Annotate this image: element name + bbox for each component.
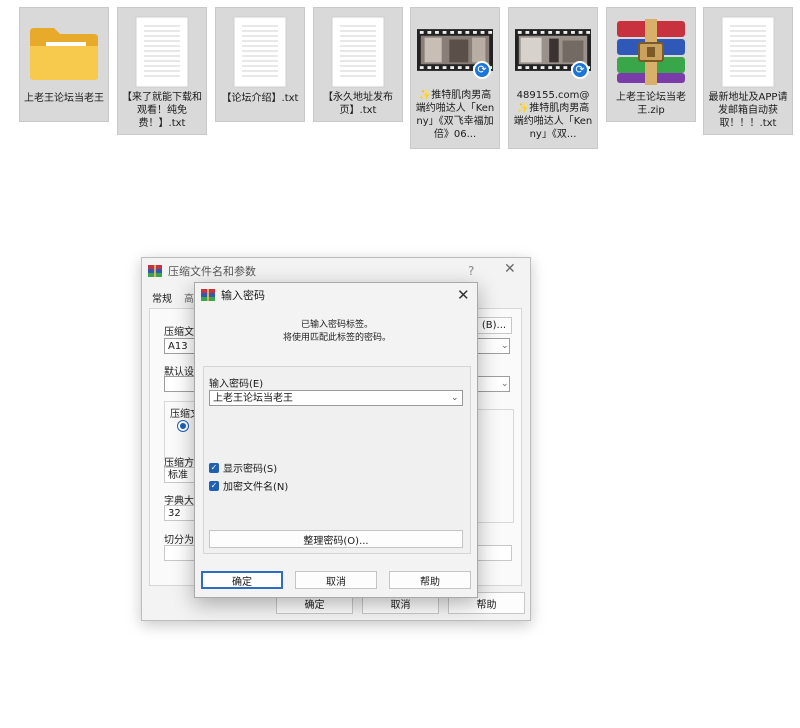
- dialog-titlebar: 输入密码: [195, 283, 477, 307]
- chevron-down-icon[interactable]: ⌄: [451, 393, 459, 403]
- chevron-down-icon[interactable]: ⌄: [501, 341, 509, 351]
- winrar-icon: [201, 289, 215, 301]
- sync-badge-icon: ⟳: [473, 60, 491, 79]
- help-button[interactable]: 帮助: [389, 571, 471, 589]
- winrar-icon: [148, 265, 162, 277]
- cancel-button[interactable]: 取消: [295, 571, 377, 589]
- checkbox-label: 加密文件名(N): [223, 482, 289, 493]
- file-tile-txt[interactable]: 【永久地址发布页】.txt: [313, 7, 403, 122]
- file-tile-txt[interactable]: 最新地址及APP请发邮箱自动获取！！！.txt: [703, 7, 793, 135]
- close-icon[interactable]: ✕: [457, 286, 470, 304]
- text-file-icon: [320, 14, 396, 89]
- file-tile-video[interactable]: ⟳ ✨推特肌肉男高端约啪达人「Kenny」《双飞幸福加倍》06...: [410, 7, 500, 149]
- file-name: 上老王论坛当老王.zip: [616, 92, 686, 116]
- password-dialog: 输入密码 ✕ 已输入密码标签。 将使用匹配此标签的密码。 输入密码(E) 上老王…: [194, 282, 478, 598]
- file-name: 489155.com@✨推特肌肉男高端约啪达人「Kenny」《双...: [513, 89, 593, 140]
- checkbox-label: 显示密码(S): [223, 464, 278, 475]
- info-text: 已输入密码标签。 将使用匹配此标签的密码。: [195, 319, 479, 345]
- file-name: 【来了就能下载和观看！纯免费！】.txt: [122, 92, 202, 129]
- split-unit-select[interactable]: [476, 545, 512, 561]
- sync-badge-icon: ⟳: [571, 60, 589, 79]
- file-grid: 上老王论坛当老王 【来了就能下载和观看！纯免费！】.txt 【论坛介绍】.txt: [0, 0, 800, 160]
- winrar-archive-icon: [613, 14, 689, 89]
- text-file-icon: [222, 14, 298, 90]
- info-line: 已输入密码标签。: [300, 320, 373, 330]
- file-tile-video[interactable]: ⟳ 489155.com@✨推特肌肉男高端约啪达人「Kenny」《双...: [508, 7, 598, 149]
- file-name: 上老王论坛当老王: [24, 93, 104, 104]
- ok-button[interactable]: 确定: [201, 571, 283, 589]
- checkbox-checked-icon: ✓: [209, 462, 219, 473]
- file-name: ✨推特肌肉男高端约啪达人「Kenny」《双飞幸福加倍》06...: [415, 89, 495, 140]
- password-input[interactable]: 上老王论坛当老王: [209, 390, 463, 406]
- show-password-checkbox[interactable]: ✓ 显示密码(S): [209, 460, 277, 475]
- split-volumes-label: 切分为: [164, 535, 194, 546]
- browse-button[interactable]: (B)...: [476, 317, 512, 334]
- file-tile-folder[interactable]: 上老王论坛当老王: [19, 7, 109, 122]
- dialog-title: 输入密码: [221, 289, 265, 302]
- chevron-down-icon[interactable]: ⌄: [501, 379, 509, 389]
- file-name: 【论坛介绍】.txt: [221, 93, 299, 104]
- archive-name-label: 压缩文: [164, 327, 194, 338]
- organize-passwords-button[interactable]: 整理密码(O)...: [209, 530, 463, 548]
- close-icon[interactable]: ✕: [504, 261, 516, 277]
- video-thumbnail: ⟳: [515, 14, 591, 87]
- help-icon[interactable]: ?: [468, 264, 474, 278]
- radio-selected-icon[interactable]: [178, 421, 188, 431]
- checkbox-checked-icon: ✓: [209, 480, 219, 491]
- file-tile-zip[interactable]: 上老王论坛当老王.zip: [606, 7, 696, 122]
- file-tile-txt[interactable]: 【论坛介绍】.txt: [215, 7, 305, 122]
- text-file-icon: [710, 14, 786, 89]
- file-tile-txt[interactable]: 【来了就能下载和观看！纯免费！】.txt: [117, 7, 207, 135]
- file-name: 最新地址及APP请发邮箱自动获取！！！.txt: [708, 92, 788, 129]
- password-label: 输入密码(E): [209, 379, 264, 390]
- video-thumbnail: ⟳: [417, 14, 493, 87]
- encrypt-filenames-checkbox[interactable]: ✓ 加密文件名(N): [209, 478, 288, 493]
- tab-strip: 常规 高: [152, 290, 194, 305]
- tab-general[interactable]: 常规: [152, 290, 172, 305]
- file-name: 【永久地址发布页】.txt: [323, 92, 393, 116]
- tab-advanced[interactable]: 高: [184, 290, 194, 305]
- options-group: [472, 409, 514, 523]
- dialog-title: 压缩文件名和参数: [168, 265, 256, 278]
- folder-icon: [26, 14, 102, 90]
- info-line: 将使用匹配此标签的密码。: [282, 333, 391, 343]
- text-file-icon: [124, 14, 200, 89]
